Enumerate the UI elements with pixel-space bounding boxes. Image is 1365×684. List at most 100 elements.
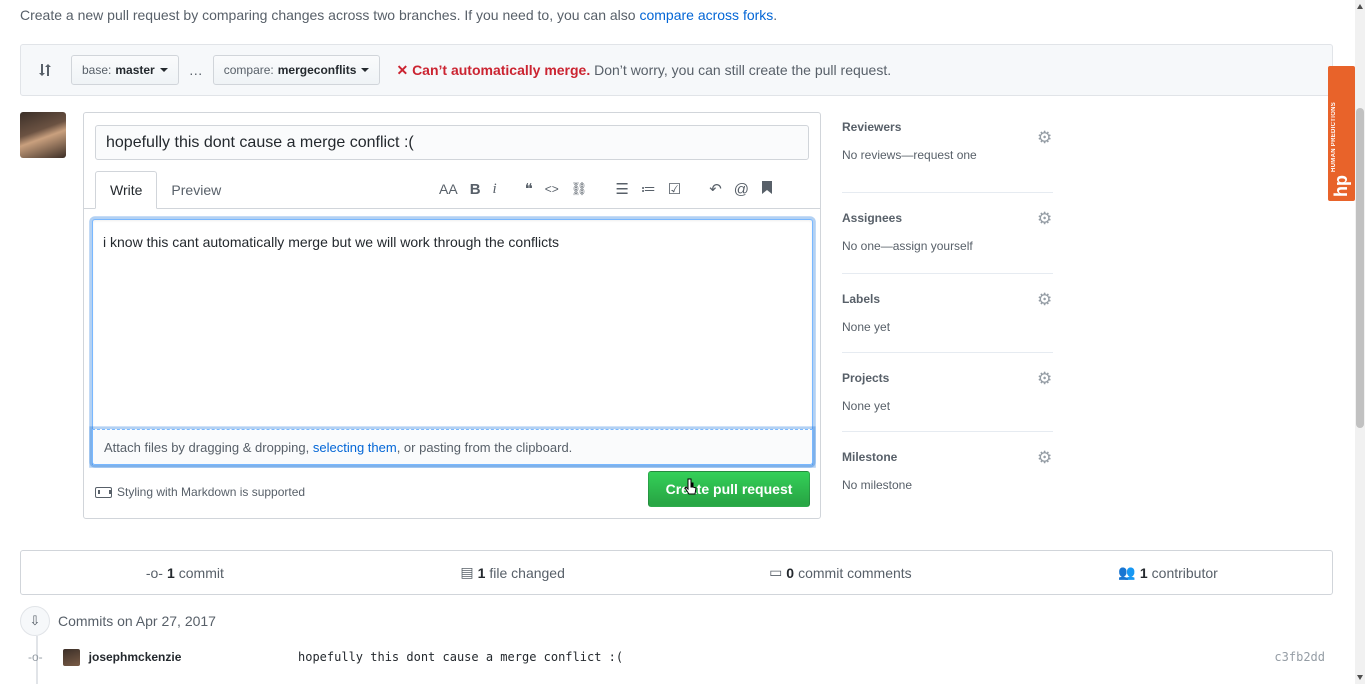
chevron-down-icon <box>159 68 168 72</box>
quote-icon[interactable]: ❝ <box>525 180 533 198</box>
avatar[interactable] <box>20 112 66 158</box>
merge-status: ✕ Can’t automatically merge. Don’t worry… <box>396 62 891 79</box>
files-label: file changed <box>489 564 565 581</box>
pull-request-form: hopefully this dont cause a merge confli… <box>83 112 821 519</box>
commit-dot-icon: -o- <box>28 650 43 664</box>
page-scrollbar[interactable] <box>1355 0 1365 684</box>
commits-heading-text: Commits on Apr 27, 2017 <box>58 613 216 629</box>
link-icon[interactable]: ⛓ <box>571 181 588 197</box>
commit-sha[interactable]: c3fb2dd <box>1274 650 1325 664</box>
compare-branch-select[interactable]: compare: mergeconflits <box>212 55 381 85</box>
commit-message[interactable]: hopefully this dont cause a merge confli… <box>298 650 623 664</box>
x-icon: ✕ <box>396 61 409 78</box>
comment-icon: ▭ <box>769 564 783 580</box>
sidebar-labels: Labels ⚙ None yet <box>842 274 1053 353</box>
compare-branch-name: mergeconflits <box>277 63 357 77</box>
gear-icon[interactable]: ⚙ <box>1037 291 1053 308</box>
commit-icon: -o- <box>145 564 163 581</box>
sidebar-value[interactable]: No one—assign yourself <box>842 239 1053 253</box>
compare-across-forks-link[interactable]: compare across forks <box>639 7 773 23</box>
comments-stat[interactable]: ▭ 0 commit comments <box>677 551 1005 594</box>
commits-label: commit <box>178 564 224 581</box>
contributors-stat[interactable]: 👥 1 contributor <box>1004 551 1332 594</box>
gear-icon[interactable]: ⚙ <box>1037 449 1053 466</box>
italic-icon[interactable]: i <box>493 181 497 198</box>
intro-suffix: . <box>773 7 778 23</box>
file-diff-icon: ▤ <box>460 564 474 580</box>
intro-text-body: Create a new pull request by comparing c… <box>20 7 640 23</box>
numbered-list-icon[interactable]: ≔ <box>641 180 656 198</box>
gear-icon[interactable]: ⚙ <box>1037 370 1053 387</box>
tab-preview[interactable]: Preview <box>157 171 235 209</box>
bookmark-icon[interactable] <box>761 180 773 199</box>
sidebar-heading[interactable]: Milestone <box>842 450 1053 464</box>
markdown-note-text: Styling with Markdown is supported <box>117 485 306 499</box>
code-icon[interactable]: <> <box>545 182 559 196</box>
scrollbar-thumb[interactable] <box>1356 108 1364 428</box>
branch-range-bar: base: master … compare: mergeconflits ✕ Ca… <box>20 44 1333 96</box>
base-branch-select[interactable]: base: master <box>71 55 179 85</box>
tab-write[interactable]: Write <box>95 171 158 209</box>
commits-date-heading: ⇩ Commits on Apr 27, 2017 <box>20 606 216 636</box>
repo-push-icon: ⇩ <box>20 606 50 636</box>
base-branch-name: master <box>115 63 155 77</box>
markdown-note[interactable]: Styling with Markdown is supported <box>95 485 305 499</box>
sidebar-value: None yet <box>842 320 891 334</box>
markdown-icon <box>95 486 112 498</box>
compare-stats-bar: -o- 1 commit ▤ 1 file changed ▭ 0 commit comme… <box>20 550 1333 595</box>
commit-author[interactable]: josephmckenzie <box>89 650 182 664</box>
attach-prefix: Attach files by dragging & dropping, <box>104 439 310 455</box>
merge-status-note: Don’t worry, you can still create the pu… <box>594 61 892 78</box>
bold-icon[interactable]: B <box>470 181 481 198</box>
task-list-icon[interactable]: ☑ <box>668 180 681 198</box>
avatar[interactable] <box>62 648 80 666</box>
attach-suffix: , or pasting from the clipboard. <box>396 439 573 455</box>
sidebar-milestone: Milestone ⚙ No milestone <box>842 432 1053 502</box>
human-predictions-extension-tab[interactable]: HUMAN PREDICTIONS hp <box>1328 66 1355 201</box>
comment-body-value: i know this cant automatically merge but… <box>103 234 559 250</box>
commits-count: 1 <box>166 564 175 581</box>
mouse-cursor-icon <box>684 478 698 501</box>
hp-logo-icon: hp <box>1331 175 1351 197</box>
sidebar-value: No milestone <box>842 478 913 492</box>
bulleted-list-icon[interactable]: ☰ <box>615 180 628 198</box>
gear-icon[interactable]: ⚙ <box>1037 210 1053 227</box>
sidebar-heading[interactable]: Projects <box>842 371 1053 385</box>
chevron-down-icon <box>361 68 370 72</box>
sidebar: Reviewers ⚙ No reviews—request one Assig… <box>842 120 1053 502</box>
commit-row: -o- josephmckenzie hopefully this dont c… <box>20 642 1333 672</box>
sidebar-assignees: Assignees ⚙ No one—assign yourself <box>842 193 1053 274</box>
scroll-up-icon[interactable] <box>1357 4 1363 9</box>
people-icon: 👥 <box>1118 564 1136 580</box>
compare-arrows-icon <box>37 61 55 79</box>
gear-icon[interactable]: ⚙ <box>1037 129 1053 146</box>
sidebar-heading[interactable]: Assignees <box>842 211 1053 225</box>
commits-stat[interactable]: -o- 1 commit <box>21 551 349 594</box>
create-pull-request-button[interactable]: Create pull request <box>648 471 810 507</box>
compare-prefix: compare: <box>223 63 274 77</box>
extension-label: HUMAN PREDICTIONS <box>1331 101 1337 172</box>
reply-icon[interactable]: ↶ <box>709 180 722 198</box>
comments-count: 0 <box>786 564 795 581</box>
text-size-icon[interactable]: AA <box>439 181 458 197</box>
file-attach-drop-zone[interactable]: Attach files by dragging & dropping, sel… <box>92 429 813 465</box>
base-prefix: base: <box>82 63 112 77</box>
mention-icon[interactable]: @ <box>734 181 749 198</box>
select-files-link[interactable]: selecting them <box>313 440 397 455</box>
sidebar-value[interactable]: No reviews—request one <box>842 148 1053 162</box>
merge-status-error: Can’t automatically merge. <box>412 61 591 78</box>
sidebar-reviewers: Reviewers ⚙ No reviews—request one <box>842 120 1053 193</box>
files-count: 1 <box>477 564 486 581</box>
comments-label: commit comments <box>798 564 912 581</box>
title-input[interactable]: hopefully this dont cause a merge confli… <box>95 125 809 160</box>
range-ellipsis: … <box>188 62 203 78</box>
markdown-toolbar: AA B i ❝ <> ⛓ ☰ ≔ ☑ ↶ @ <box>439 177 785 201</box>
editor-tabs: Write Preview <box>95 171 235 209</box>
sidebar-value: None yet <box>842 399 891 413</box>
sidebar-heading[interactable]: Labels <box>842 292 1053 306</box>
files-stat[interactable]: ▤ 1 file changed <box>349 551 677 594</box>
contributors-label: contributor <box>1151 564 1218 581</box>
sidebar-heading[interactable]: Reviewers <box>842 120 1053 134</box>
contributors-count: 1 <box>1139 564 1148 581</box>
scroll-down-icon[interactable] <box>1357 675 1363 680</box>
